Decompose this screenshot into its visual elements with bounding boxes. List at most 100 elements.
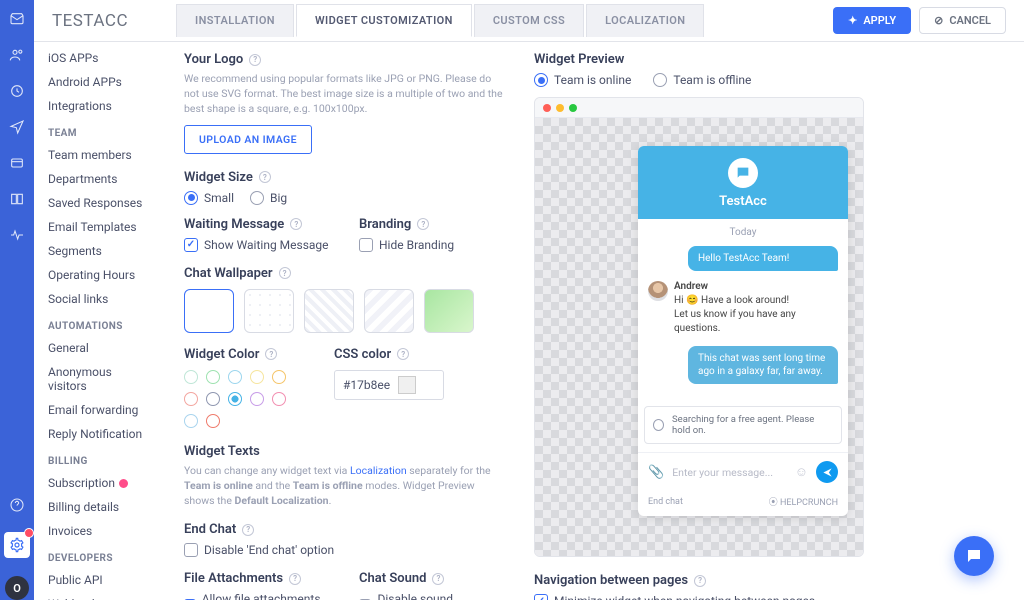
nav-general[interactable]: General [34,336,166,360]
nav-integrations[interactable]: Integrations [34,94,166,118]
rail-contacts-icon[interactable] [8,46,26,64]
rail-help-icon[interactable] [8,496,26,514]
widget-texts-help: You can change any widget text via Local… [184,463,504,509]
color-dot[interactable] [272,392,286,406]
spinner-icon [653,419,664,431]
wallpaper-option-2[interactable] [304,289,354,333]
agent-message: Hi 😊 Have a look around! Let us know if … [674,294,804,336]
size-big-radio[interactable]: Big [250,191,287,205]
cancel-button[interactable]: ⊘ CANCEL [919,7,1006,34]
tab-installation[interactable]: INSTALLATION [176,4,294,37]
hint-icon[interactable] [259,171,271,183]
rail-book-icon[interactable] [8,190,26,208]
rail-activity-icon[interactable] [8,226,26,244]
color-palette [184,370,304,428]
message-input[interactable]: Enter your message... [672,466,787,479]
wallpaper-option-1[interactable] [244,289,294,333]
hint-icon[interactable] [265,348,277,360]
hint-icon[interactable] [279,267,291,279]
nav-departments[interactable]: Departments [34,167,166,191]
widget-date: Today [638,219,848,242]
color-dot[interactable] [272,370,286,384]
end-chat-check[interactable]: Disable 'End chat' option [184,543,504,557]
nav-social-links[interactable]: Social links [34,287,166,311]
nav-webhooks[interactable]: Webhooks [34,592,166,600]
nav-team-members[interactable]: Team members [34,143,166,167]
nav-saved-responses[interactable]: Saved Responses [34,191,166,215]
rail-card-icon[interactable] [8,154,26,172]
apply-button[interactable]: ✦ APPLY [833,7,911,34]
chat-fab[interactable] [954,536,994,576]
hint-icon[interactable] [289,573,301,585]
chat-sound-check[interactable]: Disable sound notifications [359,592,504,600]
hint-icon[interactable] [397,348,409,360]
wallpaper-option-4[interactable] [424,289,474,333]
brand-title: TESTACC [52,11,168,31]
wallpaper-option-0[interactable] [184,289,234,333]
topbar: TESTACC INSTALLATION WIDGET CUSTOMIZATIO… [34,0,1024,42]
nav-reply-notification[interactable]: Reply Notification [34,422,166,446]
file-attach-check[interactable]: Allow file attachments in chat [184,592,329,600]
size-small-radio[interactable]: Small [184,191,234,205]
color-dot[interactable] [228,370,242,384]
rail-clock-icon[interactable] [8,82,26,100]
localization-link[interactable]: Localization [350,464,407,477]
powered-by: ⦿ HELPCRUNCH [769,495,838,508]
nav-segments[interactable]: Segments [34,239,166,263]
color-dot[interactable] [184,370,198,384]
nav-billing-details[interactable]: Billing details [34,495,166,519]
rail-user-avatar[interactable]: O [5,576,29,600]
nav-pages-check[interactable]: Minimize widget when navigating between … [534,594,1006,600]
branding-check[interactable]: Hide Branding [359,238,504,252]
branding-title: Branding [359,217,411,232]
nav-anon-visitors[interactable]: Anonymous visitors [34,360,166,398]
emoji-icon[interactable]: ☺ [795,464,808,480]
tab-localization[interactable]: LOCALIZATION [586,4,704,37]
rail-settings-icon[interactable] [4,532,30,558]
nav-operating-hours[interactable]: Operating Hours [34,263,166,287]
nav-email-templates[interactable]: Email Templates [34,215,166,239]
magic-icon: ✦ [848,14,857,27]
color-dot[interactable] [184,392,198,406]
nav-android-apps[interactable]: Android APPs [34,70,166,94]
preview-offline-radio[interactable]: Team is offline [653,73,751,87]
tab-widget-customization[interactable]: WIDGET CUSTOMIZATION [296,4,472,37]
preview-online-radio[interactable]: Team is online [534,73,631,87]
color-dot[interactable] [250,370,264,384]
hint-icon[interactable] [432,573,444,585]
css-color-input[interactable]: #17b8ee [334,370,444,400]
hint-icon[interactable] [242,524,254,536]
tab-custom-css[interactable]: CUSTOM CSS [474,4,584,37]
rail-inbox-icon[interactable] [8,10,26,28]
color-dot[interactable] [206,414,220,428]
agent-name: Andrew [674,281,804,292]
nav-ios-apps[interactable]: iOS APPs [34,46,166,70]
nav-pages-title: Navigation between pages [534,573,688,588]
widget-color-title: Widget Color [184,347,259,362]
attach-icon[interactable]: 📎 [648,465,664,480]
nav-invoices[interactable]: Invoices [34,519,166,543]
nav-subscription[interactable]: Subscription [34,471,166,495]
upload-image-button[interactable]: UPLOAD AN IMAGE [184,125,312,154]
waiting-check[interactable]: Show Waiting Message [184,238,329,252]
hint-icon[interactable] [249,54,261,66]
wallpaper-title: Chat Wallpaper [184,266,273,281]
color-dot[interactable] [206,392,220,406]
nav-public-api[interactable]: Public API [34,568,166,592]
agent-avatar [648,281,668,301]
subscription-badge [119,479,128,488]
end-chat-link[interactable]: End chat [648,497,683,507]
nav-email-forward[interactable]: Email forwarding [34,398,166,422]
color-dot[interactable] [206,370,220,384]
rail-send-icon[interactable] [8,118,26,136]
color-dot[interactable] [250,392,264,406]
searching-banner: Searching for a free agent. Please hold … [644,406,842,444]
hint-icon[interactable] [290,218,302,230]
color-dot[interactable] [184,414,198,428]
send-button[interactable] [816,461,838,483]
hint-icon[interactable] [417,218,429,230]
color-dot[interactable] [228,392,242,406]
close-icon: ⊘ [934,14,943,27]
wallpaper-option-3[interactable] [364,289,414,333]
hint-icon[interactable] [694,575,706,587]
